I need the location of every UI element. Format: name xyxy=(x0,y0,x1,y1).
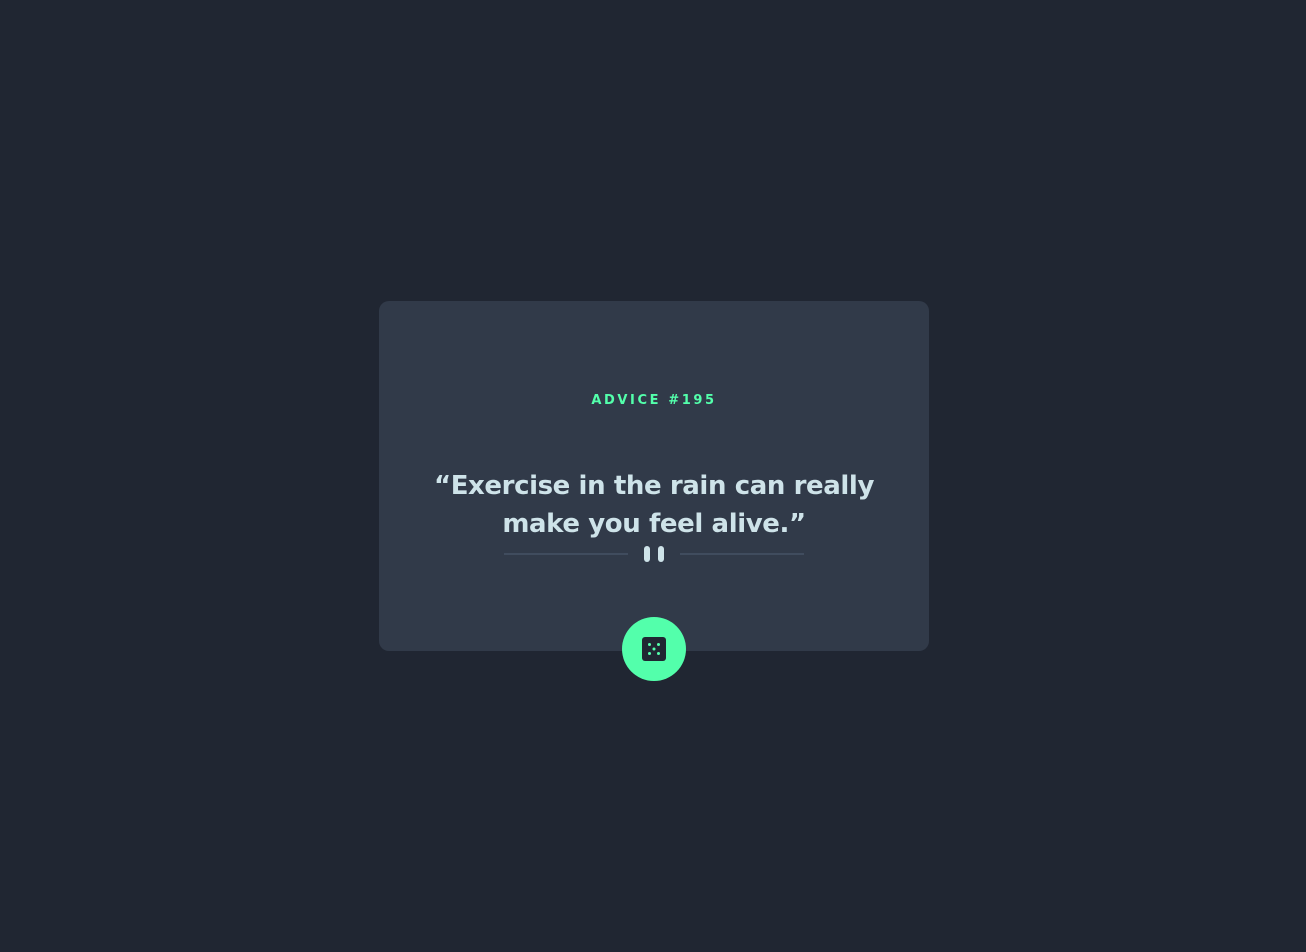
dice-icon xyxy=(642,637,666,661)
advice-quote: “Exercise in the rain can really make yo… xyxy=(434,471,874,539)
advice-card: ADVICE #195 “Exercise in the rain can re… xyxy=(379,301,929,681)
pattern-divider xyxy=(504,545,804,563)
generate-advice-button[interactable] xyxy=(622,617,686,681)
advice-number: ADVICE #195 xyxy=(591,393,717,408)
pause-divider-icon xyxy=(504,546,804,562)
